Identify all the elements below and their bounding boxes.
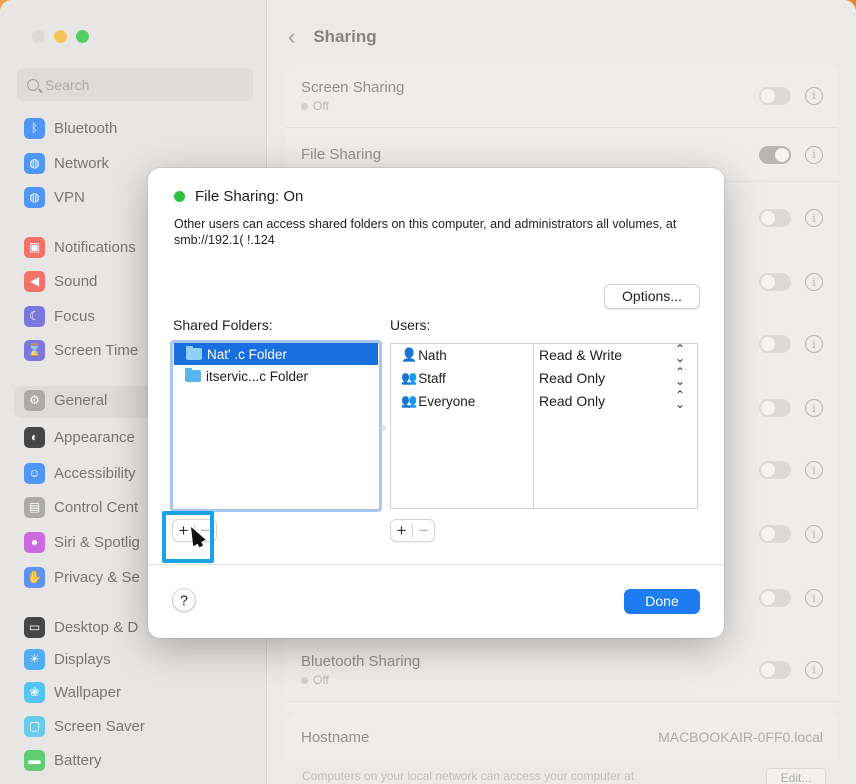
split-handle[interactable]: [381, 425, 386, 430]
users-add-remove: + −: [390, 519, 435, 542]
folder-name: itservic...c Folder: [206, 368, 309, 384]
status-dot-icon: [174, 191, 185, 202]
help-button[interactable]: ?: [172, 588, 196, 612]
folder-icon: [185, 368, 201, 382]
single-user-icon: 👤: [401, 347, 417, 362]
group-icon: 👥: [401, 370, 417, 385]
list-item[interactable]: Nat' .c Folder: [174, 343, 378, 365]
list-item[interactable]: itservic...c Folder: [173, 365, 379, 387]
permission-select[interactable]: Read Only: [539, 393, 605, 409]
shared-folders-list[interactable]: Nat' .c Folder itservic...c Folder: [170, 340, 382, 512]
chevron-updown-icon[interactable]: ⌃ ⌄: [675, 389, 685, 410]
chevron-updown-icon[interactable]: ⌃ ⌄: [675, 343, 685, 364]
table-row[interactable]: 👥 Everyone Read Only ⌃ ⌄: [391, 389, 697, 413]
folder-icon: [186, 346, 202, 360]
file-sharing-dialog: File Sharing: On Other users can access …: [148, 168, 724, 638]
user-name: Staff: [418, 370, 446, 386]
status-text: File Sharing: On: [195, 188, 304, 205]
user-name: Nath: [418, 347, 447, 363]
status-line: File Sharing: On: [174, 188, 303, 205]
sharing-description: Other users can access shared folders on…: [174, 217, 677, 247]
remove-user-button[interactable]: −: [413, 520, 434, 541]
user-name: Everyone: [418, 393, 476, 409]
folder-name: Nat' .c Folder: [207, 346, 287, 362]
table-row[interactable]: 👤 Nath Read & Write ⌃ ⌄: [391, 343, 697, 367]
divider: [148, 564, 724, 565]
done-button[interactable]: Done: [624, 589, 700, 614]
permission-select[interactable]: Read & Write: [539, 347, 622, 363]
system-settings-window: Search ᛒ Bluetooth ◍ Network ◍ VPN ▣ Notificati…: [0, 0, 856, 784]
users-label: Users:: [390, 317, 431, 333]
everyone-icon: 👥: [401, 393, 417, 408]
options-button[interactable]: Options...: [604, 284, 700, 309]
chevron-updown-icon[interactable]: ⌃ ⌄: [675, 366, 685, 387]
add-user-button[interactable]: +: [391, 520, 412, 541]
table-row[interactable]: 👥 Staff Read Only ⌃ ⌄: [391, 366, 697, 390]
users-list[interactable]: 👤 Nath Read & Write ⌃ ⌄ 👥 Staff Read Only ⌃…: [390, 343, 698, 509]
permission-select[interactable]: Read Only: [539, 370, 605, 386]
shared-folders-label: Shared Folders:: [173, 317, 273, 333]
